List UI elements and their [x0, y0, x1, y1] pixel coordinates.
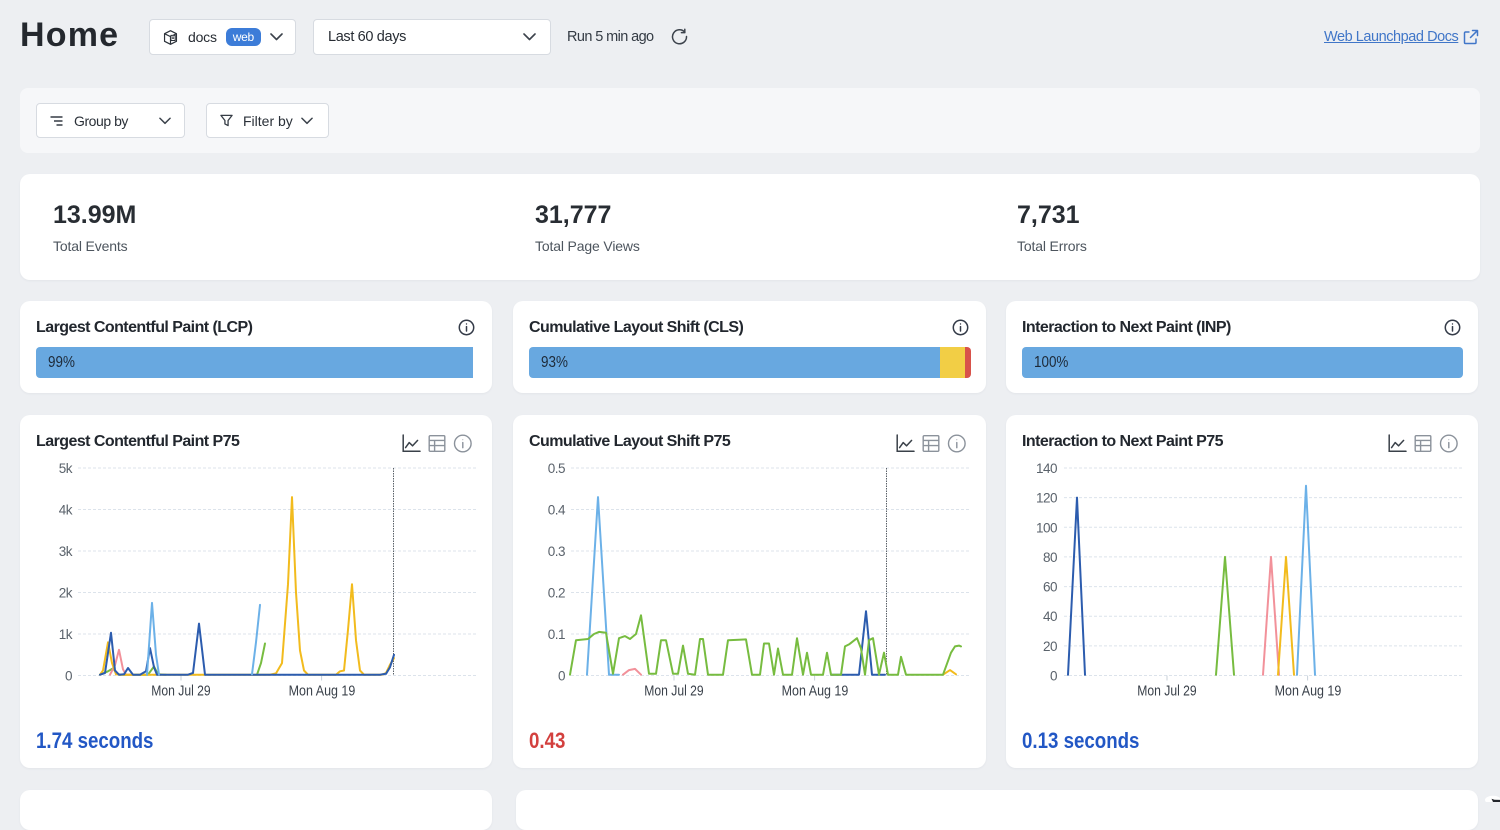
svg-text:Mon Jul 29: Mon Jul 29	[644, 684, 703, 700]
svg-text:1k: 1k	[59, 627, 73, 642]
svg-text:60: 60	[1043, 580, 1057, 595]
svg-text:4k: 4k	[59, 503, 73, 518]
svg-text:0.5: 0.5	[548, 461, 565, 476]
svg-text:3k: 3k	[59, 544, 73, 559]
svg-text:Mon Jul 29: Mon Jul 29	[151, 684, 210, 700]
svg-text:0: 0	[65, 669, 72, 684]
svg-text:100: 100	[1036, 520, 1057, 535]
svg-text:80: 80	[1043, 550, 1057, 565]
svg-text:Mon Aug 19: Mon Aug 19	[782, 684, 849, 700]
svg-text:Mon Aug 19: Mon Aug 19	[1275, 684, 1342, 700]
svg-text:0.1: 0.1	[548, 627, 565, 642]
svg-text:2k: 2k	[59, 586, 73, 601]
svg-text:20: 20	[1043, 639, 1057, 654]
svg-text:0: 0	[558, 669, 565, 684]
svg-text:Mon Jul 29: Mon Jul 29	[1137, 684, 1196, 700]
svg-text:0: 0	[1050, 669, 1057, 684]
svg-text:0.3: 0.3	[548, 544, 565, 559]
svg-text:120: 120	[1036, 491, 1057, 506]
svg-text:40: 40	[1043, 609, 1057, 624]
svg-text:140: 140	[1036, 461, 1057, 476]
svg-text:0.2: 0.2	[548, 586, 565, 601]
svg-text:0.4: 0.4	[548, 503, 566, 518]
svg-text:Mon Aug 19: Mon Aug 19	[289, 684, 356, 700]
svg-text:5k: 5k	[59, 461, 73, 476]
